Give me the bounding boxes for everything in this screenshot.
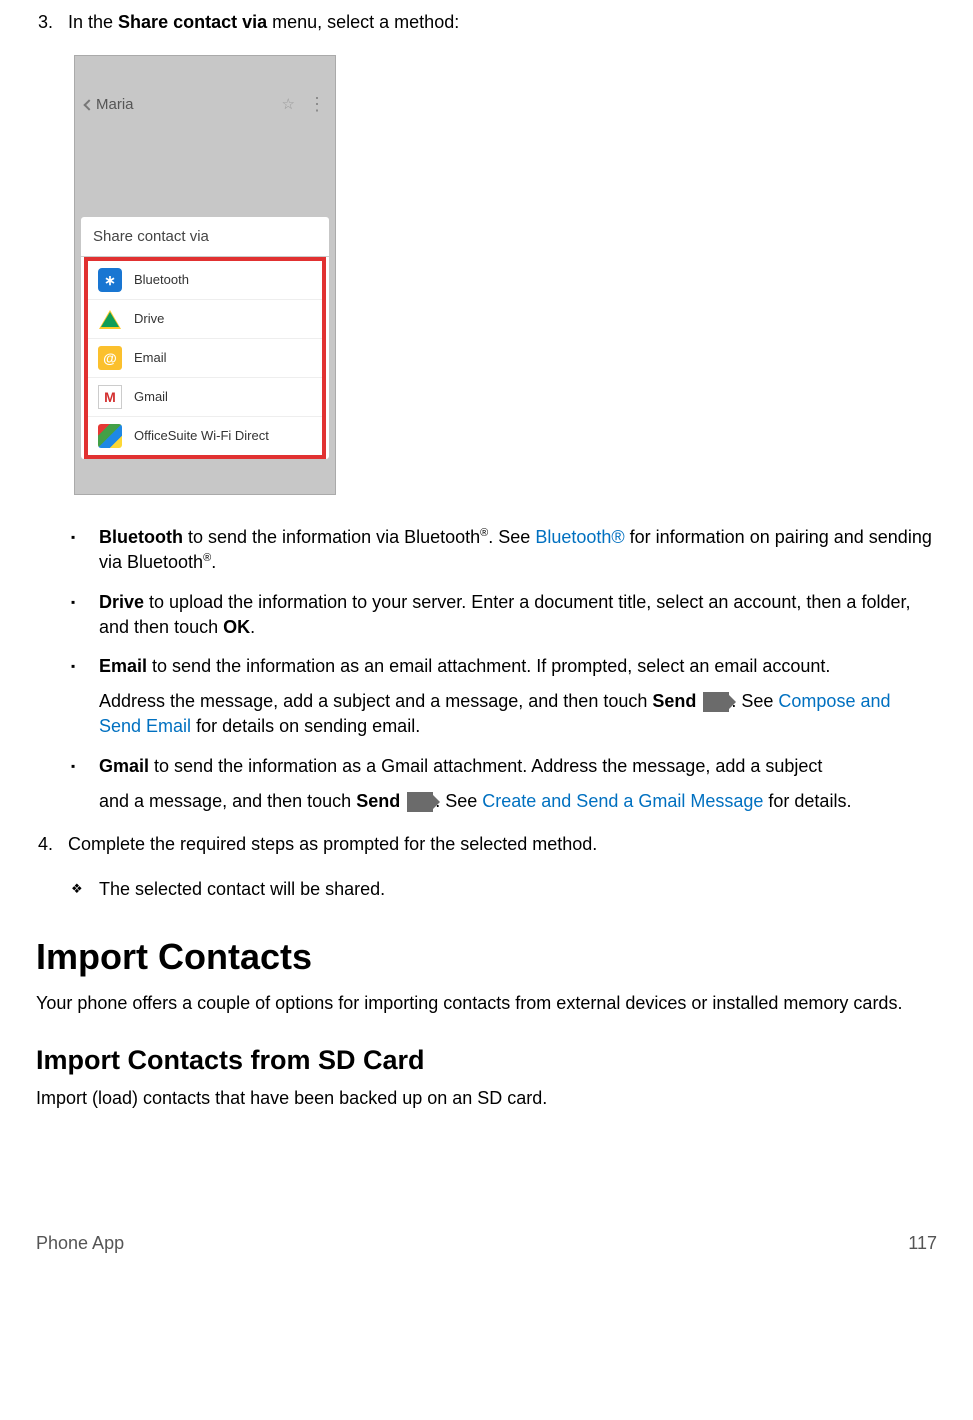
email-icon: @ <box>98 346 122 370</box>
method-gmail-text: Gmail to send the information as a Gmail… <box>99 754 937 814</box>
phone-screenshot: Maria ☆ ⋮ Share contact via ∗ Bluetooth D… <box>74 55 336 495</box>
option-drive[interactable]: Drive <box>88 300 322 339</box>
method-bluetooth-text: Bluetooth to send the information via Bl… <box>99 525 937 575</box>
result-note: ❖ The selected contact will be shared. <box>71 877 937 902</box>
contact-photo-blur <box>75 121 335 217</box>
method-drive-text: Drive to upload the information to your … <box>99 590 937 640</box>
bt-sup2: ® <box>203 552 211 564</box>
step-text: Complete the required steps as prompted … <box>68 832 937 857</box>
result-text: The selected contact will be shared. <box>99 877 385 902</box>
diamond-icon: ❖ <box>71 877 99 902</box>
option-officesuite[interactable]: OfficeSuite Wi-Fi Direct <box>88 417 322 455</box>
email-l2a: Address the message, add a subject and a… <box>99 691 652 711</box>
method-email-item: ▪ Email to send the information as an em… <box>71 654 937 740</box>
email-l2c: for details on sending email. <box>191 716 420 736</box>
contact-name: Maria <box>96 94 279 115</box>
import-contacts-intro: Your phone offers a couple of options fo… <box>36 991 937 1016</box>
step3-suffix: menu, select a method: <box>267 12 459 32</box>
bullet-icon: ▪ <box>71 754 99 814</box>
opt-label: OfficeSuite Wi-Fi Direct <box>134 427 269 445</box>
gmail-link[interactable]: Create and Send a Gmail Message <box>482 791 763 811</box>
heading-import-sd: Import Contacts from SD Card <box>36 1042 937 1080</box>
back-icon <box>83 99 94 110</box>
menu-icon: ⋮ <box>308 92 325 117</box>
bullet-icon: ▪ <box>71 525 99 575</box>
option-email[interactable]: @ Email <box>88 339 322 378</box>
gmail-l2a: and a message, and then touch <box>99 791 356 811</box>
email-send: Send <box>652 691 696 711</box>
bt-t4: . <box>211 552 216 572</box>
bullet-icon: ▪ <box>71 654 99 740</box>
opt-label: Bluetooth <box>134 271 189 289</box>
opt-label: Drive <box>134 310 164 328</box>
method-email-text: Email to send the information as an emai… <box>99 654 937 740</box>
bt-t2: . See <box>488 527 535 547</box>
import-sd-intro: Import (load) contacts that have been ba… <box>36 1086 937 1111</box>
bt-t1: to send the information via Bluetooth <box>183 527 480 547</box>
heading-import-contacts: Import Contacts <box>36 932 937 982</box>
dialog-title: Share contact via <box>81 217 329 257</box>
drive-bold: Drive <box>99 592 144 612</box>
highlight-box: ∗ Bluetooth Drive @ Email M Gmail OfficeSui… <box>84 257 326 459</box>
drive-bold2: OK <box>223 617 250 637</box>
page-footer: Phone App 117 <box>36 1231 937 1256</box>
gmail-l2b: . See <box>435 791 482 811</box>
officesuite-icon <box>98 424 122 448</box>
gmail-icon: M <box>98 385 122 409</box>
drive-icon <box>98 307 122 331</box>
email-bold: Email <box>99 656 147 676</box>
gmail-bold: Gmail <box>99 756 149 776</box>
bluetooth-icon: ∗ <box>98 268 122 292</box>
contact-header: Maria ☆ ⋮ <box>75 88 335 121</box>
gmail-l2c: for details. <box>763 791 851 811</box>
footer-section: Phone App <box>36 1231 124 1256</box>
step-number: 3. <box>36 10 68 35</box>
star-icon: ☆ <box>282 94 295 115</box>
bluetooth-link[interactable]: Bluetooth® <box>535 527 624 547</box>
email-l2b: . See <box>731 691 778 711</box>
email-l1: to send the information as an email atta… <box>147 656 830 676</box>
step3-prefix: In the <box>68 12 118 32</box>
bt-bold: Bluetooth <box>99 527 183 547</box>
share-dialog: Share contact via ∗ Bluetooth Drive @ Emai… <box>81 217 329 459</box>
step-number: 4. <box>36 832 68 857</box>
method-drive-item: ▪ Drive to upload the information to you… <box>71 590 937 640</box>
step3-bold: Share contact via <box>118 12 267 32</box>
drive-t1: to upload the information to your server… <box>99 592 910 637</box>
drive-t2: . <box>250 617 255 637</box>
step-text: In the Share contact via menu, select a … <box>68 10 937 35</box>
step-4: 4. Complete the required steps as prompt… <box>36 832 937 857</box>
gmail-l1: to send the information as a Gmail attac… <box>149 756 822 776</box>
opt-label: Gmail <box>134 388 168 406</box>
option-gmail[interactable]: M Gmail <box>88 378 322 417</box>
send-icon <box>407 792 433 812</box>
method-gmail-item: ▪ Gmail to send the information as a Gma… <box>71 754 937 814</box>
bullet-icon: ▪ <box>71 590 99 640</box>
method-bluetooth-item: ▪ Bluetooth to send the information via … <box>71 525 937 575</box>
footer-page-number: 117 <box>908 1231 937 1256</box>
send-icon <box>703 692 729 712</box>
gmail-send: Send <box>356 791 400 811</box>
opt-label: Email <box>134 349 167 367</box>
status-bar <box>75 56 335 88</box>
step-3: 3. In the Share contact via menu, select… <box>36 10 937 35</box>
option-bluetooth[interactable]: ∗ Bluetooth <box>88 261 322 300</box>
